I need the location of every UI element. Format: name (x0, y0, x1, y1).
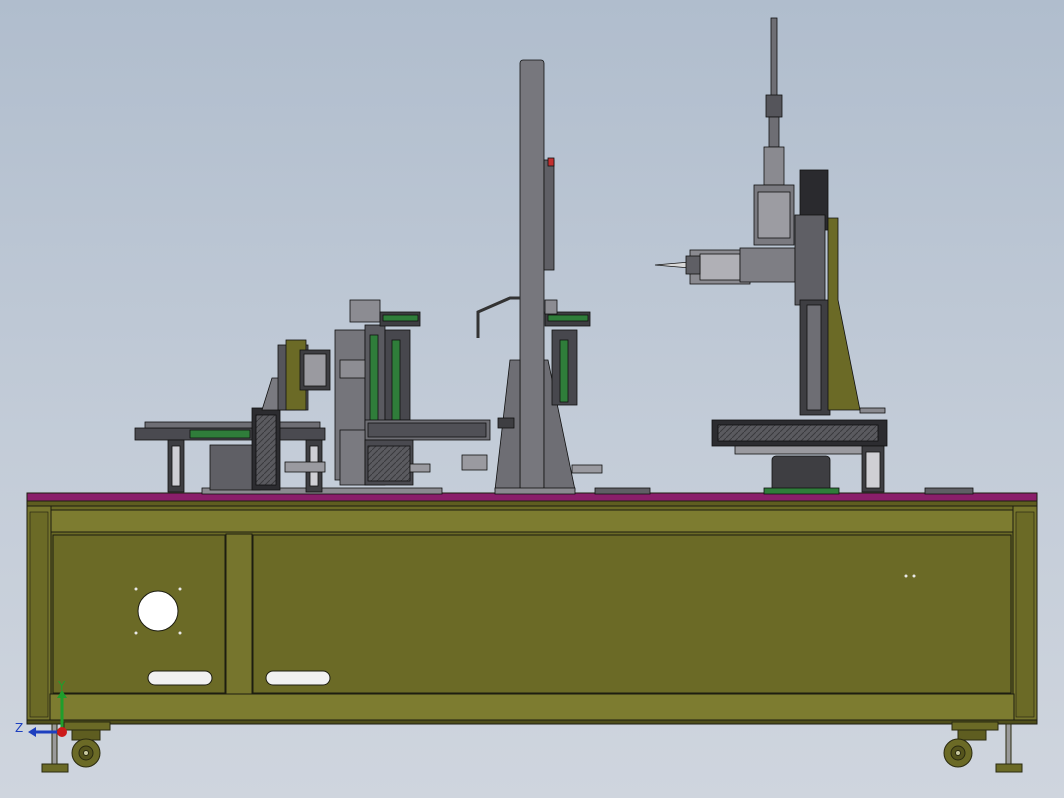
triad-axes (28, 690, 67, 737)
triad-z-label: Z (15, 721, 24, 735)
machine-drawing (26, 17, 1038, 773)
cad-viewport[interactable]: Y Z (0, 0, 1064, 798)
caster-wheel-right (943, 721, 999, 768)
right-vertical-axis (794, 169, 861, 416)
right-linear-module (711, 407, 974, 495)
base-frame (26, 492, 1038, 725)
triad-y-label: Y (58, 679, 66, 693)
left-fixture-station (134, 299, 491, 495)
right-dispensing-head (654, 17, 796, 285)
leveling-foot-right (995, 723, 1023, 773)
front-door-right (252, 534, 1012, 694)
center-gantry-column (476, 59, 603, 495)
